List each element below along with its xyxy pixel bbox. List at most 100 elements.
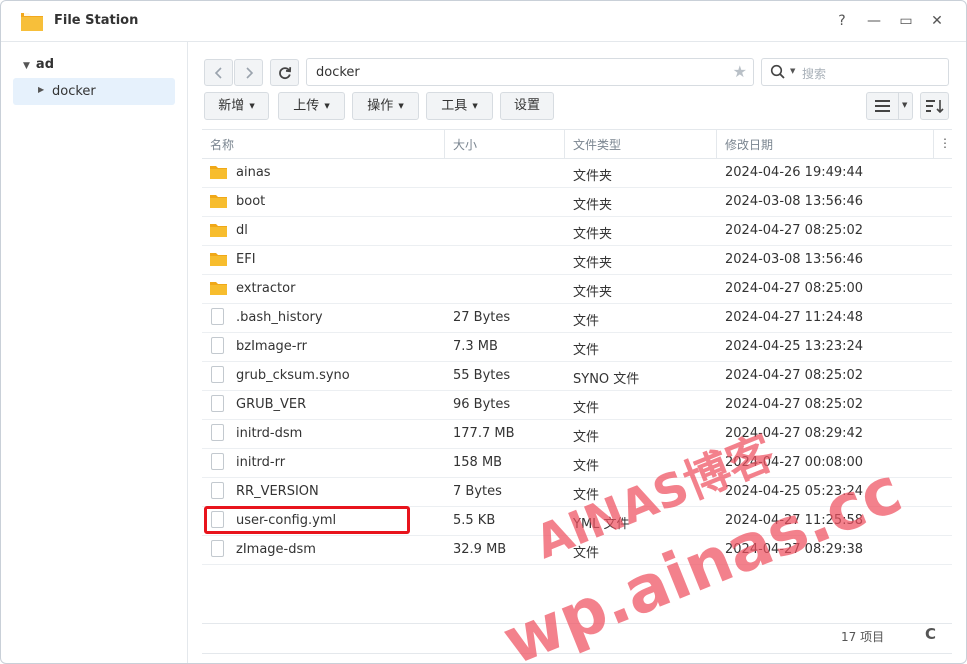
sort-icon [926,100,944,113]
action-button[interactable]: 操作 ▼ [352,92,419,120]
file-type: 文件 [573,314,600,329]
col-modified-header[interactable]: 修改日期 [725,136,773,153]
file-size: 5.5 KB [453,513,496,528]
file-type: 文件 [573,459,600,474]
file-icon [211,366,224,383]
file-name: grub_cksum.syno [236,368,350,383]
folder-icon [210,282,227,295]
upload-button[interactable]: 上传 ▼ [278,92,345,120]
create-button[interactable]: 新增 ▼ [204,92,269,120]
table-row[interactable]: zImage-dsm 32.9 MB 文件 2024-04-27 08:29:38 [202,535,952,565]
window-title: File Station [54,13,139,28]
table-row[interactable]: EFI 文件夹 2024-03-08 13:56:46 [202,245,952,275]
tree-root-ad[interactable]: ▼ ad [23,57,54,72]
sort-button[interactable] [920,92,949,120]
tree-item-label: docker [52,84,96,99]
file-type: 文件 [573,430,600,445]
tools-label: 工具 [441,98,468,114]
caret-down-icon[interactable]: ▼ [790,67,795,75]
list-view-button[interactable]: ▼ [866,92,913,120]
file-type: YML 文件 [573,517,630,532]
minimize-button[interactable]: — [864,11,884,31]
star-icon[interactable]: ★ [733,62,747,81]
refresh-status-icon[interactable]: C [925,625,936,643]
file-name: dl [236,223,248,238]
table-row[interactable]: bzImage-rr 7.3 MB 文件 2024-04-25 13:23:24 [202,332,952,362]
col-type-header[interactable]: 文件类型 [573,136,621,153]
chevron-left-icon [214,67,222,79]
file-name: bzImage-rr [236,339,307,354]
table-row[interactable]: boot 文件夹 2024-03-08 13:56:46 [202,187,952,217]
item-count: 17 项目 [841,630,885,644]
folder-icon [210,224,227,237]
file-modified: 2024-04-27 08:29:38 [725,542,864,557]
back-button[interactable] [204,59,233,86]
file-size: 177.7 MB [453,426,515,441]
file-name: zImage-dsm [236,542,316,557]
caret-right-icon[interactable]: ▶ [38,85,44,94]
file-type: 文件夹 [573,227,613,242]
file-size: 55 Bytes [453,368,511,383]
settings-button[interactable]: 设置 [500,92,554,120]
maximize-button[interactable]: ▭ [896,11,916,31]
tree-item-docker[interactable]: ▶ docker [13,78,175,105]
file-modified: 2024-04-26 19:49:44 [725,165,864,180]
file-icon [211,308,224,325]
file-type: 文件 [573,488,600,503]
file-type: 文件 [573,401,600,416]
table-row[interactable]: dl 文件夹 2024-04-27 08:25:02 [202,216,952,246]
sidebar: ▼ ad ▶ docker [1,42,188,663]
refresh-icon [278,67,291,79]
table-row[interactable]: .bash_history 27 Bytes 文件 2024-04-27 11:24:… [202,303,952,333]
title-bar: File Station ? — ▭ ✕ [1,1,966,42]
settings-label: 设置 [513,98,540,113]
file-size: 7 Bytes [453,484,502,499]
file-modified: 2024-04-27 11:25:58 [725,513,864,528]
file-type: 文件夹 [573,198,613,213]
highlight-box [204,506,410,534]
file-size: 96 Bytes [453,397,511,412]
col-name-header[interactable]: 名称 [210,136,234,153]
search-icon[interactable] [770,64,786,80]
tools-button[interactable]: 工具 ▼ [426,92,493,120]
caret-down-icon: ▼ [472,102,478,110]
forward-button[interactable] [234,59,263,86]
file-icon [211,395,224,412]
file-name: RR_VERSION [236,484,319,499]
path-bar[interactable]: docker ★ [306,58,754,86]
file-modified: 2024-04-27 11:24:48 [725,310,864,325]
file-station-window: File Station ? — ▭ ✕ ▼ ad ▶ docker docker… [0,0,967,664]
caret-down-icon: ▼ [249,102,255,110]
table-row[interactable]: initrd-rr 158 MB 文件 2024-04-27 00:08:00 [202,448,952,478]
file-name: boot [236,194,266,209]
table-row[interactable]: initrd-dsm 177.7 MB 文件 2024-04-27 08:29:42 [202,419,952,449]
file-icon [211,453,224,470]
column-menu-icon[interactable]: ⋮ [939,136,951,150]
list-view-icon [875,100,890,112]
col-size-header[interactable]: 大小 [453,136,477,153]
file-modified: 2024-04-27 08:29:42 [725,426,864,441]
file-type: 文件 [573,343,600,358]
file-modified: 2024-04-27 00:08:00 [725,455,864,470]
table-header: 名称 大小 文件类型 修改日期 ⋮ [202,129,952,159]
file-icon [211,337,224,354]
file-type: 文件夹 [573,285,613,300]
table-row[interactable]: extractor 文件夹 2024-04-27 08:25:00 [202,274,952,304]
help-button[interactable]: ? [832,11,852,31]
file-modified: 2024-04-25 05:23:24 [725,484,864,499]
caret-down-icon[interactable]: ▼ [23,61,30,71]
table-row[interactable]: grub_cksum.syno 55 Bytes SYNO 文件 2024-04-27… [202,361,952,391]
table-row[interactable]: RR_VERSION 7 Bytes 文件 2024-04-25 05:23:24 [202,477,952,507]
table-row[interactable]: GRUB_VER 96 Bytes 文件 2024-04-27 08:25:02 [202,390,952,420]
file-modified: 2024-04-27 08:25:00 [725,281,864,296]
file-name: extractor [236,281,296,296]
table-row[interactable]: ainas 文件夹 2024-04-26 19:49:44 [202,158,952,188]
file-name: .bash_history [236,310,323,325]
search-input[interactable]: ▼ 搜索 [761,58,949,86]
refresh-button[interactable] [270,59,299,86]
upload-label: 上传 [293,98,320,114]
tree-root-label: ad [35,57,54,72]
search-placeholder: 搜索 [802,67,827,81]
close-button[interactable]: ✕ [927,11,947,31]
file-icon [211,482,224,499]
